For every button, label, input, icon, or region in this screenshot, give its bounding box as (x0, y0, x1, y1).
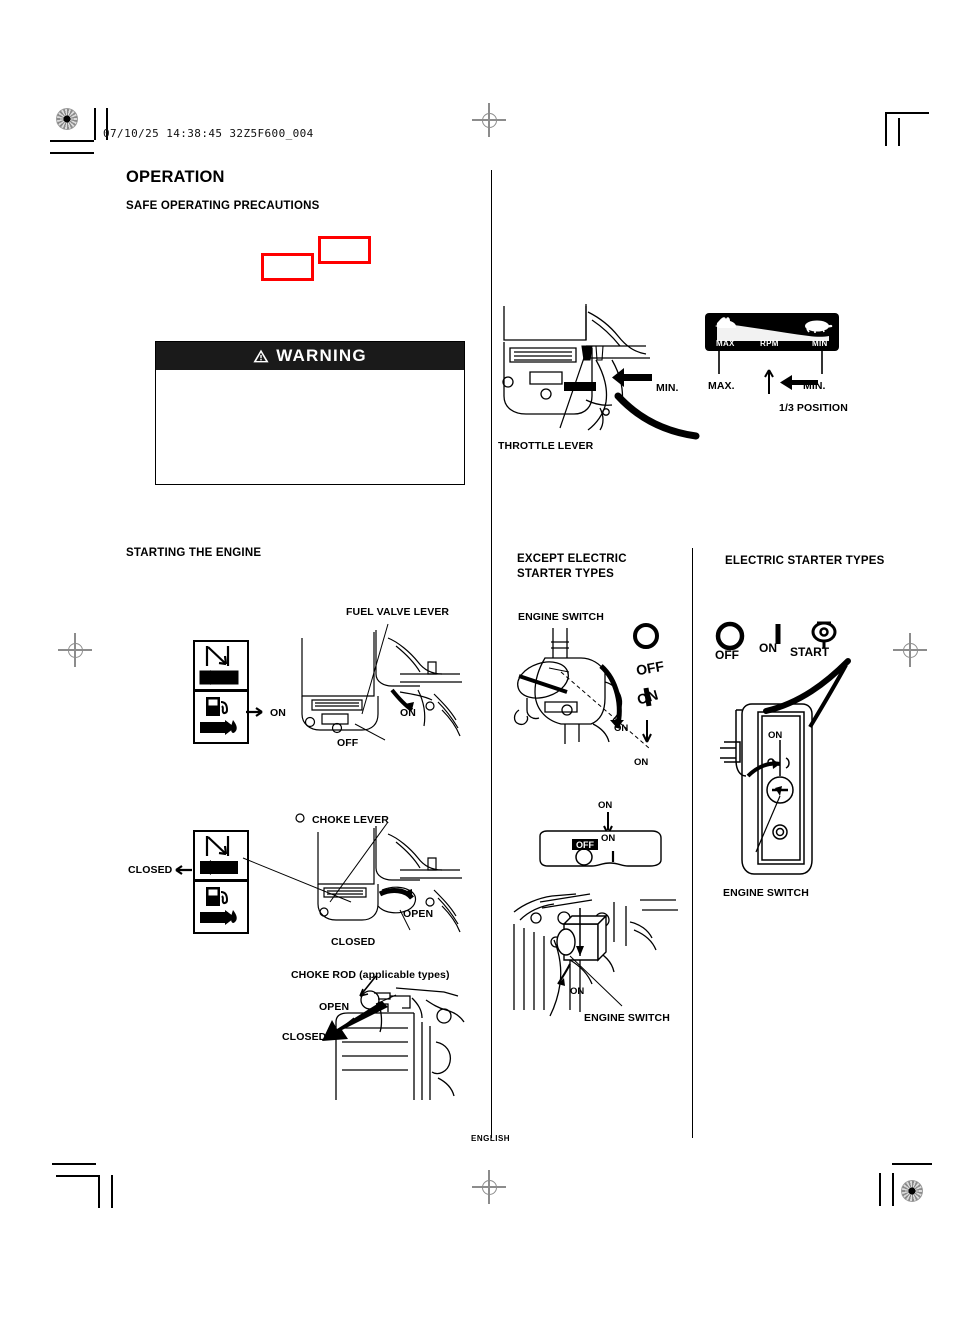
crop-mark-bottom-right-h (892, 1163, 932, 1165)
crop-mark-top-right-v (885, 112, 887, 146)
fuel-decal-on-arrow (246, 706, 268, 718)
throttle-lever-callout: THROTTLE LEVER (498, 440, 594, 452)
warning-body-text (156, 370, 464, 480)
fuel-valve-on-label: ON (400, 707, 416, 719)
electric-starter-panel-figure (716, 700, 836, 880)
column-divider-main (491, 170, 493, 1138)
crop-mark-top-left-h (50, 140, 94, 142)
fuel-decal-choke-cell (195, 642, 247, 689)
throttle-decal-max: MAX (716, 339, 735, 348)
rocker-engine-figure (510, 880, 680, 1020)
fuel-decal-fuel-cell (195, 692, 247, 740)
off-circle-icon (633, 623, 659, 649)
key-on-label: ON (759, 641, 777, 655)
section-subtitle: SAFE OPERATING PRECAUTIONS (126, 200, 320, 212)
column-heading-electric: ELECTRIC STARTER TYPES (725, 555, 885, 567)
fuel-valve-decal (193, 640, 249, 744)
throttle-min-label: MIN. (803, 380, 826, 392)
fuel-valve-callout: FUEL VALVE LEVER (346, 606, 450, 618)
choke-open-label: OPEN (403, 908, 434, 920)
choke-lever-callout: CHOKE LEVER (312, 814, 389, 826)
engine-switch-rotary-on-arrow-label: ON (614, 723, 629, 734)
choke-decal-choke-cell (195, 832, 247, 879)
choke-rod-closed-label: CLOSED (282, 1031, 327, 1043)
warning-triangle-icon (253, 349, 269, 363)
left-arrow-bar (199, 670, 239, 685)
throttle-decal: MAX RPM MIN (705, 313, 839, 351)
warning-label: WARNING (276, 346, 367, 365)
fuel-valve-figure (300, 618, 465, 758)
throttle-min-engine-label: MIN. (656, 382, 679, 394)
rocker-panel-on-label: ON (601, 833, 616, 844)
fuel-pump-icon (206, 886, 229, 906)
throttle-decal-min: MIN (812, 339, 828, 348)
registration-crosshair-bottom-center (472, 1170, 506, 1204)
turtle-icon (805, 320, 833, 333)
crop-mark-bottom-left-v2 (111, 1175, 113, 1208)
choke-decal-leader (242, 856, 353, 906)
svg-text:OFF: OFF (576, 840, 594, 850)
choke-decal-fuel-cell (195, 882, 247, 930)
choke-rod-open-leader (352, 974, 380, 1004)
crop-mark-top-right-v2 (898, 118, 900, 146)
footer-language: ENGLISH (471, 1134, 511, 1143)
rocker-bottom-on-label: ON (570, 986, 585, 997)
throttle-lever-figure (500, 300, 700, 460)
warning-header-bar: WARNING (156, 342, 464, 370)
rabbit-icon (715, 317, 737, 328)
crop-mark-bottom-right-v (892, 1173, 894, 1206)
crop-mark-top-left-v (94, 108, 96, 140)
placeholder-box-lower (261, 253, 314, 281)
registration-target-top-left (56, 108, 78, 130)
fuel-decal-on-label: ON (270, 707, 286, 719)
rotary-bottom-on-label: ON (634, 757, 649, 768)
warning-block: WARNING (155, 341, 465, 485)
choke-closed-label: CLOSED (331, 936, 376, 948)
column-divider-right (692, 548, 694, 1138)
throttle-decal-rpm: RPM (760, 339, 779, 348)
crop-mark-top-right-h (885, 112, 929, 114)
crop-mark-bottom-right-v2 (879, 1173, 881, 1206)
engine-switch-key-callout: ENGINE SWITCH (723, 887, 809, 899)
off-circle-icon (715, 621, 745, 651)
except-electric-line2: STARTER TYPES (517, 568, 614, 580)
page-slug: 07/10/25 14:38:45 32Z5F600_004 (103, 127, 314, 140)
registration-crosshair-left (58, 633, 92, 667)
rocker-switch-panel: OFF (536, 830, 664, 878)
left-arrow-bar (200, 860, 238, 875)
crop-mark-bottom-left-h (52, 1163, 96, 1165)
placeholder-box-upper (318, 236, 371, 264)
engine-switch-rotary-callout: ENGINE SWITCH (518, 611, 604, 623)
registration-crosshair-right (893, 633, 927, 667)
off-chip-icon: OFF (572, 839, 598, 850)
choke-rod-open-label: OPEN (319, 1001, 350, 1013)
fuel-valve-off-label: OFF (337, 737, 359, 749)
registration-crosshair-top-center (472, 103, 506, 137)
fuel-pump-icon (206, 696, 229, 716)
engine-switch-rocker-callout: ENGINE SWITCH (584, 1012, 670, 1024)
right-arrow-drop (200, 719, 237, 735)
choke-decal-closed-label: CLOSED (128, 864, 173, 876)
throttle-min-arrow (612, 368, 652, 387)
registration-target-bottom-right (901, 1180, 923, 1202)
key-off-label: OFF (715, 648, 739, 662)
right-arrow-drop (200, 909, 237, 925)
key-switch-on-arrow-label: ON (768, 730, 783, 741)
throttle-max-label: MAX. (708, 380, 735, 392)
column-heading-except-electric: EXCEPT ELECTRIC STARTER TYPES (517, 552, 627, 582)
page-title: OPERATION (126, 168, 225, 186)
throttle-position-label: 1/3 POSITION (779, 402, 848, 414)
crop-mark-top-left-h2 (50, 152, 94, 154)
except-electric-line1: EXCEPT ELECTRIC (517, 553, 627, 565)
rocker-top-on-label: ON (598, 800, 613, 811)
crop-mark-bottom-left-v (98, 1175, 100, 1208)
starting-engine-heading: STARTING THE ENGINE (126, 547, 262, 559)
crop-mark-bottom-left-h2 (56, 1175, 100, 1177)
choke-decal (193, 830, 249, 934)
